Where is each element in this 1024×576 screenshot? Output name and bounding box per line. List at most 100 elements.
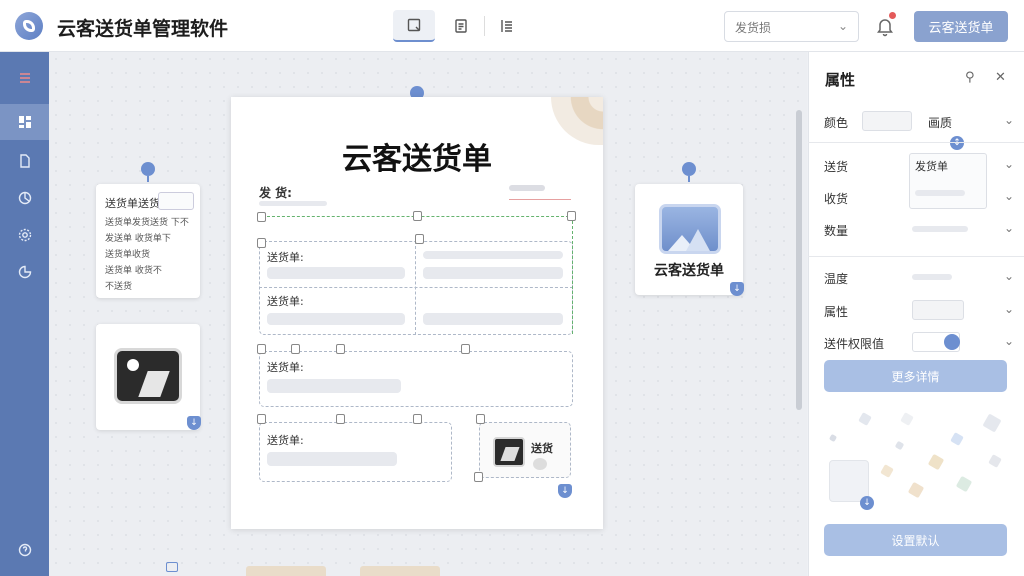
chevron-down-icon: ⌄ — [1003, 221, 1014, 235]
filter-select[interactable]: 发货损 ⌄ — [724, 11, 859, 42]
resize-handle[interactable] — [257, 414, 266, 424]
filter-icon[interactable]: ⚲ — [965, 70, 975, 85]
resize-handle[interactable] — [257, 344, 266, 354]
property-row[interactable]: 颜色 画质 ⌄ — [824, 110, 1014, 134]
pin-icon[interactable] — [141, 162, 155, 182]
resize-handle[interactable] — [336, 344, 345, 354]
property-value: 画质 — [928, 116, 953, 130]
section-divider — [415, 241, 416, 335]
image-card[interactable] — [96, 324, 200, 430]
chevron-down-icon: ⌄ — [1003, 113, 1014, 127]
help-icon[interactable] — [0, 532, 49, 568]
top-bar: 云客送货单管理软件 发货损 ⌄ 云客送货单 — [0, 0, 1024, 52]
close-icon[interactable]: ✕ — [995, 70, 1006, 85]
left-sidebar — [0, 52, 49, 576]
image-icon — [114, 348, 182, 404]
color-input[interactable] — [862, 111, 912, 131]
property-row[interactable]: 收货 ⌄ — [824, 186, 1014, 210]
property-label: 属性 — [824, 305, 849, 319]
chart-icon[interactable] — [0, 180, 49, 216]
resize-handle[interactable] — [415, 234, 424, 244]
toggle-knob[interactable] — [944, 334, 960, 350]
canvas-scrollbar[interactable] — [796, 110, 802, 410]
alignment-guide — [572, 216, 573, 334]
property-label: 温度 — [824, 272, 849, 286]
resize-handle[interactable] — [567, 211, 576, 221]
resize-handle[interactable] — [474, 472, 483, 482]
resize-handle[interactable] — [476, 414, 485, 424]
note-card-label: 送货单送货 — [105, 197, 160, 210]
field-value — [267, 452, 397, 466]
logo-card-label: 云客送货单 — [654, 263, 724, 279]
note-line: 发送单 收货单下 — [105, 234, 171, 244]
document-icon — [455, 19, 467, 33]
thumbnail-icon[interactable] — [166, 562, 178, 572]
resize-handle[interactable] — [413, 414, 422, 424]
delivery-document[interactable]: 云客送货单 发 货: 送货单: 送货单: 送货单: 送货单: 送货 — [231, 97, 603, 529]
note-card-text: 送货单发货送货 下不 发送单 收货单下 送货单收货 送货单 收货不 不送货 — [105, 215, 197, 295]
pin-icon[interactable] — [682, 162, 696, 182]
resize-handle[interactable] — [257, 238, 266, 248]
property-row[interactable]: 属性 ⌄ — [824, 299, 1014, 323]
resize-handle[interactable] — [336, 414, 345, 424]
note-line: 送货单收货 — [105, 250, 151, 260]
placeholder-line — [912, 274, 952, 280]
list-tool-button[interactable] — [486, 10, 528, 42]
logo-card[interactable]: 云客送货单 — [635, 184, 743, 295]
link-icon[interactable]: ↓ — [860, 496, 874, 510]
thumbnail[interactable] — [246, 566, 326, 576]
document-title: 云客送货单 — [342, 142, 492, 177]
primary-action-button[interactable]: 云客送货单 — [914, 11, 1008, 42]
link-icon[interactable]: ↕ — [950, 136, 964, 150]
placeholder-line — [912, 226, 968, 232]
field-label: 送货单: — [267, 434, 304, 447]
filter-select-value: 发货损 — [735, 21, 772, 35]
placeholder-dot — [533, 458, 547, 470]
note-card[interactable]: 送货单送货 送货单发货送货 下不 发送单 收货单下 送货单收货 送货单 收货不 … — [96, 184, 200, 298]
notification-badge — [888, 11, 897, 20]
chevron-down-icon: ⌄ — [1003, 189, 1014, 203]
document-header-label: 发 货: — [259, 186, 292, 200]
link-icon[interactable]: ↓ — [187, 416, 201, 430]
panel-divider — [808, 256, 1024, 257]
image-caption: 送货 — [531, 442, 553, 455]
chevron-down-icon: ⌄ — [1003, 269, 1014, 283]
field-value — [267, 313, 405, 325]
thumbnail[interactable] — [360, 566, 440, 576]
note-card-input[interactable] — [158, 192, 194, 210]
list-icon — [501, 20, 512, 32]
frame-icon — [407, 18, 421, 32]
field-value — [267, 267, 405, 279]
property-row[interactable]: 送件权限值 ⌄ — [824, 331, 1014, 355]
property-label: 数量 — [824, 224, 849, 238]
link-icon[interactable]: ↓ — [558, 484, 572, 498]
document-tool-button[interactable] — [440, 10, 482, 42]
settings-button[interactable]: 设置默认 — [824, 524, 1007, 556]
details-button[interactable]: 更多详情 — [824, 360, 1007, 392]
field-value — [423, 267, 563, 279]
link-icon[interactable]: ↓ — [730, 282, 744, 296]
field-value — [423, 313, 563, 325]
field-label: 送货单: — [267, 295, 304, 308]
resize-handle[interactable] — [291, 344, 300, 354]
property-row[interactable]: 温度 ⌄ — [824, 266, 1014, 290]
property-row[interactable]: 数量 ⌄ — [824, 218, 1014, 242]
note-line: 送货单 收货不 — [105, 266, 162, 276]
menu-icon[interactable] — [0, 60, 49, 96]
logo-icon — [15, 12, 43, 40]
dashboard-icon[interactable] — [0, 104, 49, 140]
select-tool-button[interactable] — [393, 10, 435, 42]
resize-handle[interactable] — [413, 211, 422, 221]
chevron-down-icon: ⌄ — [1003, 302, 1014, 316]
field-value — [267, 379, 401, 393]
field-value — [423, 251, 563, 259]
clock-icon[interactable] — [0, 254, 49, 290]
toolbar-divider — [484, 16, 485, 36]
section-divider — [259, 287, 573, 288]
property-input[interactable] — [912, 300, 964, 320]
chevron-down-icon: ⌄ — [837, 19, 848, 33]
resize-handle[interactable] — [257, 212, 266, 222]
file-icon[interactable] — [0, 143, 49, 179]
resize-handle[interactable] — [461, 344, 470, 354]
settings-icon[interactable] — [0, 217, 49, 253]
